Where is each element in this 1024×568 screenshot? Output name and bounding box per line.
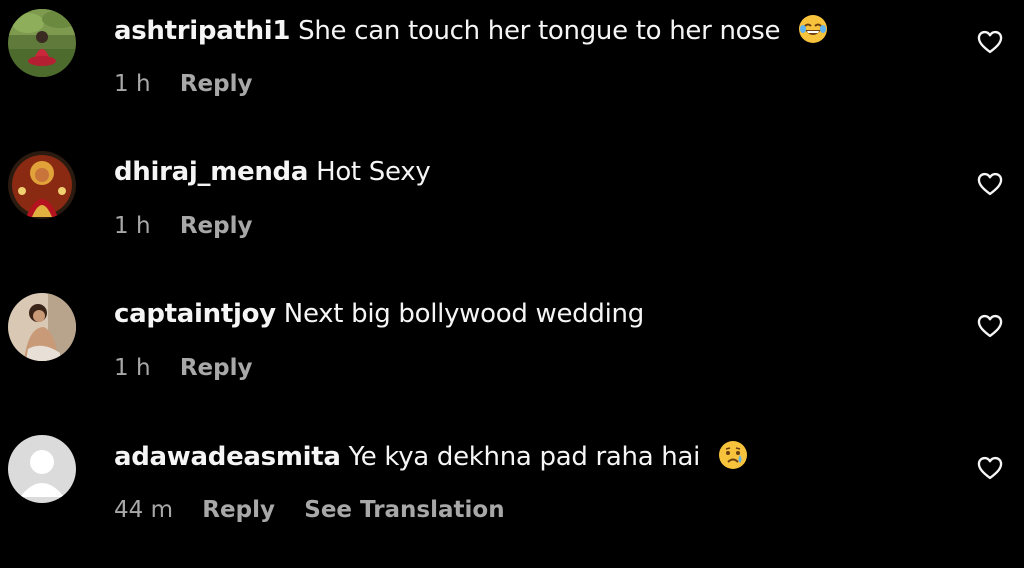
comment-item: adawadeasmita Ye kya dekhna pad raha hai… [0, 426, 1024, 568]
heart-outline-icon[interactable] [976, 454, 1004, 482]
comment-text: She can touch her tongue to her nose [298, 16, 781, 46]
comment-item: captaintjoy Next big bollywood wedding 1… [0, 284, 1024, 426]
comment-text: Ye kya dekhna pad raha hai [348, 442, 701, 472]
comment-line: adawadeasmita Ye kya dekhna pad raha hai [114, 440, 748, 478]
comment-text: Next big bollywood wedding [283, 299, 644, 329]
reply-button[interactable]: Reply [202, 497, 275, 523]
avatar[interactable] [8, 293, 76, 361]
reply-button[interactable]: Reply [180, 71, 253, 97]
reply-button[interactable]: Reply [180, 355, 253, 381]
comment-time: 1 h [114, 355, 151, 381]
see-translation-button[interactable]: See Translation [304, 497, 504, 523]
comment-line: captaintjoy Next big bollywood wedding [114, 298, 644, 330]
comment-username[interactable]: ashtripathi1 [114, 16, 291, 46]
comment-item: dhiraj_menda Hot Sexy 1 h Reply [0, 142, 1024, 284]
comment-meta: 1 h Reply [114, 69, 275, 99]
comment-text: Hot Sexy [316, 157, 431, 187]
comment-username[interactable]: dhiraj_menda [114, 157, 308, 187]
avatar[interactable] [8, 9, 76, 77]
crying-face-icon [718, 440, 748, 478]
comment-line: dhiraj_menda Hot Sexy [114, 156, 431, 188]
avatar[interactable] [8, 151, 76, 219]
comment-item: ashtripathi1 She can touch her tongue to… [0, 0, 1024, 142]
comment-line: ashtripathi1 She can touch her tongue to… [114, 14, 828, 52]
avatar[interactable] [8, 435, 76, 503]
heart-outline-icon[interactable] [976, 28, 1004, 56]
heart-outline-icon[interactable] [976, 312, 1004, 340]
comment-username[interactable]: captaintjoy [114, 299, 276, 329]
comment-time: 44 m [114, 497, 173, 523]
comment-meta: 1 h Reply [114, 353, 275, 383]
comment-meta: 44 m Reply See Translation [114, 495, 527, 525]
comment-username[interactable]: adawadeasmita [114, 442, 341, 472]
reply-button[interactable]: Reply [180, 213, 253, 239]
heart-outline-icon[interactable] [976, 170, 1004, 198]
comment-time: 1 h [114, 213, 151, 239]
comment-meta: 1 h Reply [114, 211, 275, 241]
face-with-tears-of-joy-icon [798, 14, 828, 52]
comment-time: 1 h [114, 71, 151, 97]
